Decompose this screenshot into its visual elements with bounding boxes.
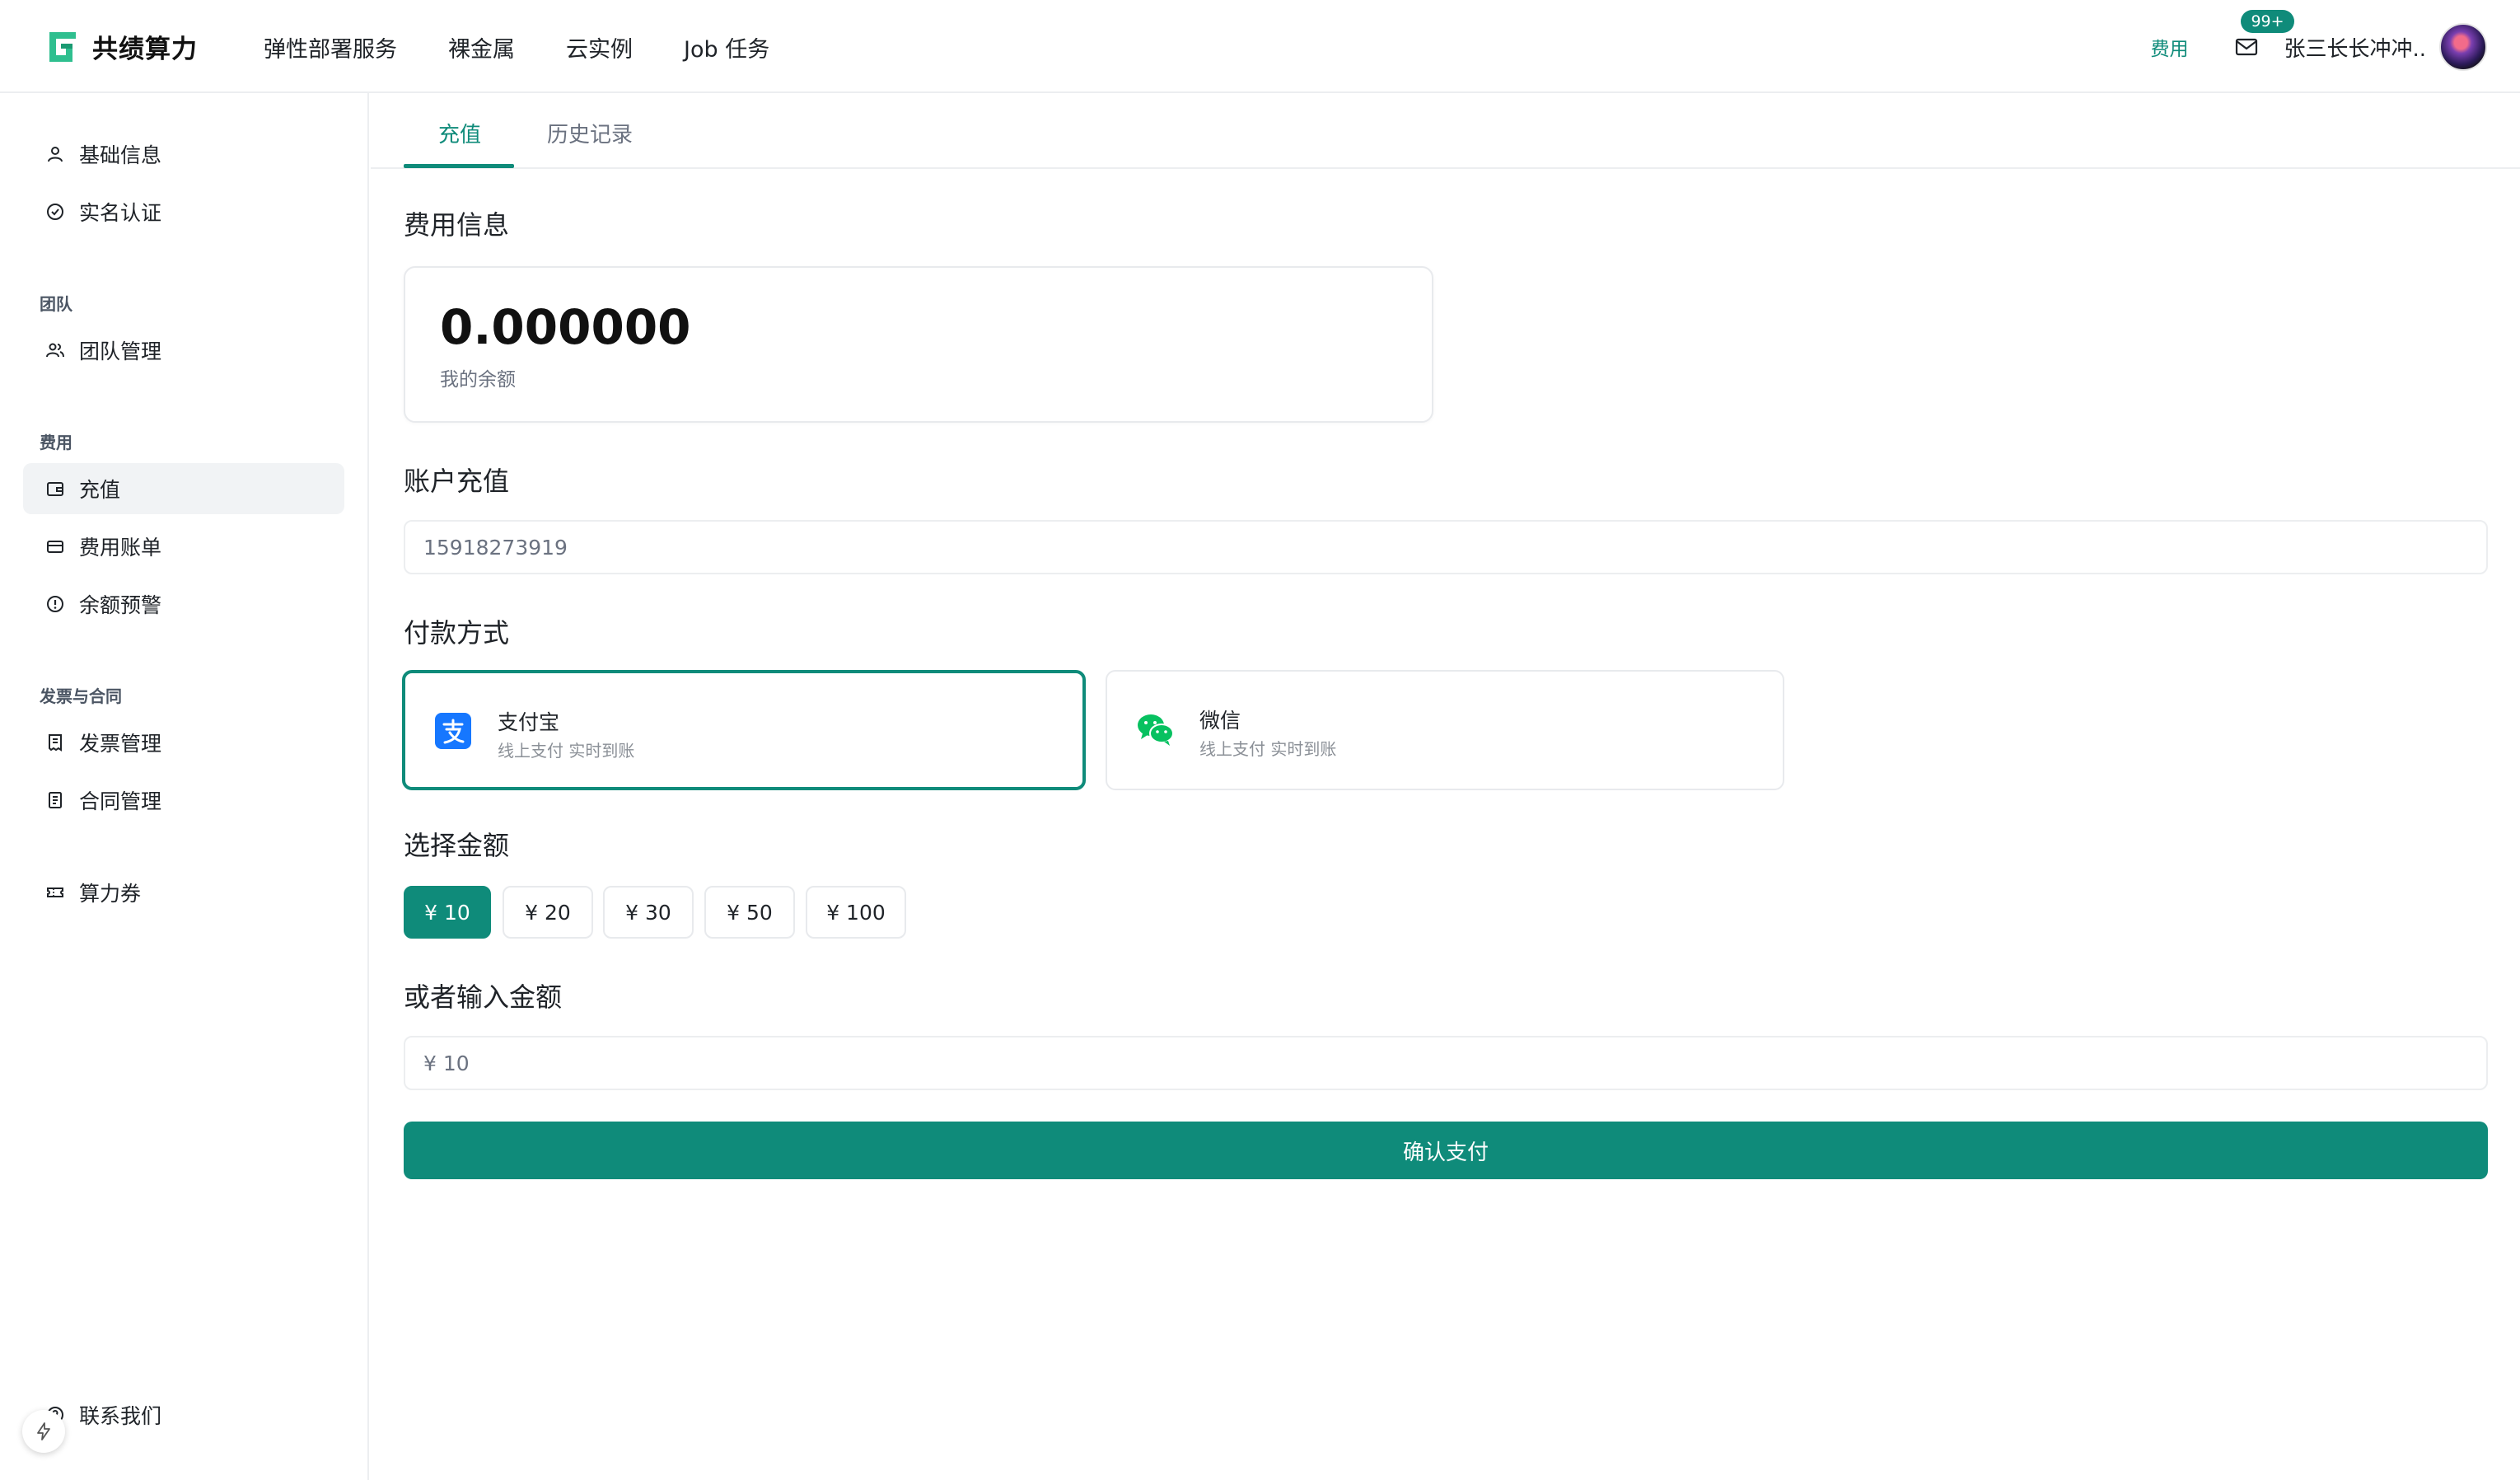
sidebar-item-label: 联系我们 xyxy=(79,1404,162,1428)
sidebar-item-label: 余额预警 xyxy=(79,593,162,617)
ticket-icon xyxy=(44,882,66,903)
payment-name: 微信 xyxy=(1199,709,1241,733)
amount-title: 选择金额 xyxy=(404,830,510,861)
sidebar-item-contact-us[interactable]: 联系我们 xyxy=(23,1389,344,1440)
app-logo[interactable]: 共绩算力 xyxy=(44,28,198,65)
nav-item-elastic-deploy[interactable]: 弹性部署服务 xyxy=(264,31,397,63)
card-icon xyxy=(44,536,66,557)
active-tab-indicator xyxy=(404,164,514,168)
custom-amount-input[interactable]: ¥ 10 xyxy=(404,1036,2488,1090)
amount-option-20[interactable]: ¥ 20 xyxy=(503,886,593,939)
sidebar-item-basic-info[interactable]: 基础信息 xyxy=(23,129,344,180)
payment-option-wechat[interactable]: 微信 线上支付 实时到账 xyxy=(1106,670,1784,790)
main-nav: 弹性部署服务 裸金属 云实例 Job 任务 xyxy=(264,31,821,63)
amount-option-10[interactable]: ¥ 10 xyxy=(404,886,491,939)
avatar[interactable] xyxy=(2439,23,2487,71)
sidebar-group-fees: 费用 xyxy=(40,433,72,452)
sidebar-item-label: 实名认证 xyxy=(79,201,162,225)
sidebar-item-billing[interactable]: 费用账单 xyxy=(23,521,344,572)
account-field[interactable]: 15918273919 xyxy=(404,520,2488,574)
lightning-icon xyxy=(37,1422,50,1440)
sidebar-item-label: 团队管理 xyxy=(79,340,162,363)
check-circle-icon xyxy=(44,201,66,222)
sidebar-item-label: 费用账单 xyxy=(79,536,162,560)
sidebar-item-contract-management[interactable]: 合同管理 xyxy=(23,775,344,826)
invoice-icon xyxy=(44,732,66,753)
sidebar-item-invoice-management[interactable]: 发票管理 xyxy=(23,717,344,768)
payment-description: 线上支付 实时到账 xyxy=(498,741,635,761)
mail-icon xyxy=(2236,38,2258,56)
main-content: 充值 历史记录 费用信息 0.000000 我的余额 账户充值 15918273… xyxy=(371,93,2520,1480)
quick-action-button[interactable] xyxy=(22,1410,65,1453)
sidebar-item-recharge[interactable]: 充值 xyxy=(23,463,344,514)
amount-option-50[interactable]: ¥ 50 xyxy=(704,886,795,939)
sidebar-item-label: 算力券 xyxy=(79,882,142,906)
custom-amount-title: 或者输入金额 xyxy=(404,981,563,1013)
username[interactable]: 张三长长冲冲.. xyxy=(2284,32,2426,63)
document-icon xyxy=(44,789,66,811)
sidebar-item-label: 合同管理 xyxy=(79,789,162,813)
user-icon xyxy=(44,143,66,165)
nav-item-cloud-instance[interactable]: 云实例 xyxy=(566,31,633,63)
alipay-icon xyxy=(435,713,471,749)
payment-method-title: 付款方式 xyxy=(404,617,510,649)
logo-icon xyxy=(49,31,76,62)
payment-option-alipay[interactable]: 支付宝 线上支付 实时到账 xyxy=(402,670,1086,790)
fee-info-title: 费用信息 xyxy=(404,209,510,241)
recharge-title: 账户充值 xyxy=(404,466,510,497)
wechat-icon xyxy=(1138,714,1174,746)
notifications-button[interactable]: 99+ xyxy=(2234,10,2294,59)
header-actions: 费用 99+ 张三长长冲冲.. xyxy=(2150,10,2487,76)
balance-label: 我的余额 xyxy=(440,369,516,391)
sidebar-item-balance-alert[interactable]: 余额预警 xyxy=(23,578,344,630)
nav-item-job-task[interactable]: Job 任务 xyxy=(684,31,769,63)
amount-option-100[interactable]: ¥ 100 xyxy=(806,886,906,939)
sidebar-item-verification[interactable]: 实名认证 xyxy=(23,186,344,237)
payment-name: 支付宝 xyxy=(498,710,560,734)
confirm-payment-button[interactable]: 确认支付 xyxy=(404,1122,2488,1179)
amount-option-30[interactable]: ¥ 30 xyxy=(603,886,694,939)
sidebar: 基础信息 实名认证 团队 团队管理 费用 充值 费用账单 余额预警 发票与合同 xyxy=(0,93,369,1480)
sidebar-item-compute-voucher[interactable]: 算力券 xyxy=(23,867,344,918)
sidebar-item-label: 基础信息 xyxy=(79,143,162,167)
fee-link[interactable]: 费用 xyxy=(2150,33,2188,61)
wallet-icon xyxy=(44,478,66,499)
tab-recharge[interactable]: 充值 xyxy=(438,118,481,148)
balance-value: 0.000000 xyxy=(440,299,691,355)
app-name: 共绩算力 xyxy=(92,35,198,64)
sidebar-group-invoice-contract: 发票与合同 xyxy=(40,686,122,706)
users-icon xyxy=(44,340,66,361)
notification-badge: 99+ xyxy=(2241,10,2294,33)
sidebar-group-team: 团队 xyxy=(40,294,72,314)
sidebar-item-label: 发票管理 xyxy=(79,732,162,756)
payment-description: 线上支付 实时到账 xyxy=(1199,739,1337,759)
tab-history[interactable]: 历史记录 xyxy=(547,118,633,148)
tab-bar: 充值 历史记录 xyxy=(371,93,2520,169)
nav-item-bare-metal[interactable]: 裸金属 xyxy=(448,31,515,63)
sidebar-item-team-management[interactable]: 团队管理 xyxy=(23,325,344,376)
alert-circle-icon xyxy=(44,593,66,615)
balance-card: 0.000000 我的余额 xyxy=(404,266,1433,423)
sidebar-item-label: 充值 xyxy=(79,478,121,502)
top-bar: 共绩算力 弹性部署服务 裸金属 云实例 Job 任务 费用 99+ 张三长长冲冲… xyxy=(0,0,2520,93)
